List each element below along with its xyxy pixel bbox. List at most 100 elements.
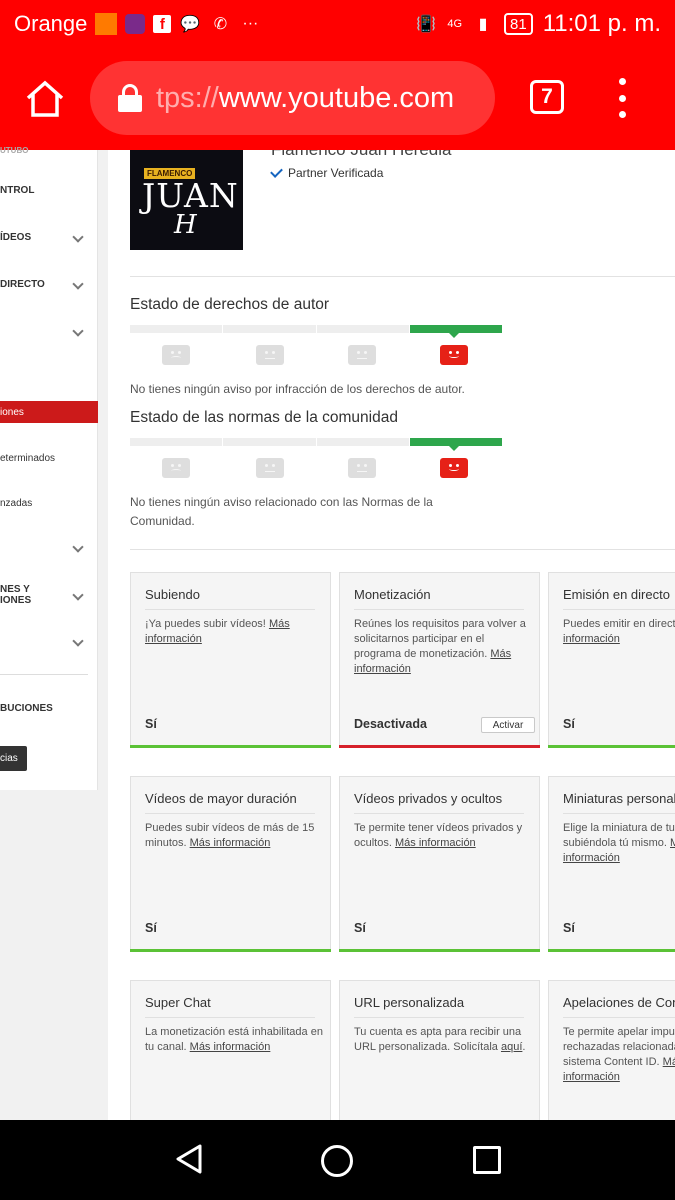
back-icon[interactable] bbox=[172, 1142, 206, 1176]
channel-name: Flamenco Juan Heredia bbox=[271, 150, 451, 160]
carrier-name: Orange bbox=[14, 11, 88, 36]
card-description: Reúnes los requisitos para volver a soli… bbox=[354, 618, 526, 675]
community-note: No tienes ningún aviso relacionado con l… bbox=[130, 495, 433, 528]
feature-card-custom-thumbnails: Miniaturas personalizadas Elige la minia… bbox=[548, 776, 675, 952]
card-title: Vídeos de mayor duración bbox=[145, 791, 315, 814]
status-bar-ok bbox=[130, 949, 331, 952]
card-description: Puedes emitir en directo. Más informació… bbox=[563, 617, 675, 647]
more-menu-icon[interactable] bbox=[612, 78, 632, 118]
chevron-down-icon[interactable] bbox=[72, 635, 84, 647]
card-description: Te permite apelar impugnaciones rechazad… bbox=[563, 1025, 675, 1085]
shield-app-icon bbox=[125, 14, 146, 34]
neutral-face-icon bbox=[348, 345, 376, 365]
card-title: Super Chat bbox=[145, 995, 315, 1018]
activate-button[interactable]: Activar bbox=[481, 717, 535, 733]
sidebar-item-directo[interactable]: DIRECTO bbox=[0, 278, 98, 290]
feature-card-monetization: Monetización Reúnes los requisitos para … bbox=[339, 572, 540, 748]
feature-card-private-videos: Vídeos privados y ocultos Te permite ten… bbox=[339, 776, 540, 952]
strike-pointer bbox=[449, 333, 459, 338]
copyright-note: No tienes ningún aviso por infracción de… bbox=[130, 382, 465, 396]
sidebar-item-control[interactable]: NTROL bbox=[0, 184, 98, 196]
chevron-down-icon[interactable] bbox=[72, 231, 84, 243]
status-bar: Orange f 💬 ✆ ··· 📳 4G ▮ 81 11:01 p. m. bbox=[0, 0, 675, 48]
more-info-link[interactable]: Más información bbox=[190, 1041, 271, 1053]
orange-app-icon bbox=[95, 13, 118, 35]
chevron-down-icon[interactable] bbox=[72, 278, 84, 290]
more-notifications-icon: ··· bbox=[242, 15, 259, 32]
feature-card-custom-url: URL personalizada Tu cuenta es apta para… bbox=[339, 980, 540, 1120]
card-title: Apelaciones de Content ID bbox=[563, 995, 675, 1018]
card-description: Elige la miniatura de tu vídeo subiéndol… bbox=[563, 821, 675, 866]
feature-card-super-chat: Super Chat La monetización está inhabili… bbox=[130, 980, 331, 1120]
sidebar-item-active[interactable]: iones bbox=[0, 401, 98, 423]
sidebar-item-traducciones[interactable]: NES Y IONES bbox=[0, 584, 98, 606]
neutral-face-icon bbox=[256, 458, 284, 478]
happy-face-icon bbox=[440, 345, 468, 365]
browser-toolbar: tps://www.youtube.com 7 bbox=[0, 48, 675, 150]
card-status: Desactivada bbox=[354, 717, 427, 731]
verified-status: Partner Verificada bbox=[270, 165, 383, 180]
card-status: Sí bbox=[145, 717, 157, 731]
chevron-down-icon[interactable] bbox=[72, 589, 84, 601]
chevron-down-icon[interactable] bbox=[72, 541, 84, 553]
card-status: Sí bbox=[563, 717, 575, 731]
community-strike-bar bbox=[130, 438, 502, 446]
status-bar-ok bbox=[339, 949, 540, 952]
neutral-face-icon bbox=[348, 458, 376, 478]
sidebar-item-videos[interactable]: ÍDEOS bbox=[0, 231, 98, 243]
more-info-link[interactable]: Más información bbox=[190, 837, 271, 849]
sidebar-item-predeterminados[interactable]: eterminados bbox=[0, 452, 98, 464]
sad-face-icon bbox=[162, 458, 190, 478]
network-type: 4G bbox=[447, 18, 463, 30]
card-description: Tu cuenta es apta para recibir una URL p… bbox=[354, 1026, 526, 1053]
sidebar-item-expand[interactable] bbox=[0, 541, 98, 553]
tab-switcher-button[interactable]: 7 bbox=[530, 80, 564, 114]
status-bar-ok bbox=[548, 745, 675, 748]
sidebar-feedback-button[interactable]: cias bbox=[0, 746, 27, 771]
messenger-icon: 💬 bbox=[180, 16, 201, 33]
main-content: FLAMENCO JUAN H Flamenco Juan Heredia Pa… bbox=[108, 150, 675, 1120]
copyright-strike-bar bbox=[130, 325, 502, 333]
signal-icon: ▮ bbox=[478, 16, 488, 33]
channel-avatar[interactable]: FLAMENCO JUAN H bbox=[130, 150, 243, 250]
strike-pointer bbox=[449, 446, 459, 451]
card-title: Miniaturas personalizadas bbox=[563, 791, 675, 814]
card-title: Emisión en directo bbox=[563, 587, 675, 610]
sidebar-item-collapsed[interactable] bbox=[0, 325, 98, 337]
card-description: Te permite tener vídeos privados y ocult… bbox=[354, 822, 523, 849]
vibrate-icon: 📳 bbox=[416, 16, 437, 33]
request-link[interactable]: aquí bbox=[501, 1041, 522, 1053]
sidebar: UTUBO NTROL ÍDEOS DIRECTO iones etermina… bbox=[0, 146, 98, 790]
sidebar-item-cut: UTUBO bbox=[0, 145, 29, 155]
home-icon[interactable] bbox=[24, 78, 66, 120]
address-bar[interactable]: tps://www.youtube.com bbox=[90, 61, 495, 135]
url-text: tps://www.youtube.com bbox=[156, 81, 455, 114]
sidebar-item-contribuciones[interactable]: BUCIONES bbox=[0, 702, 98, 714]
section-divider bbox=[130, 276, 675, 277]
card-title: Subiendo bbox=[145, 587, 315, 610]
sad-face-icon bbox=[162, 345, 190, 365]
recent-apps-icon[interactable] bbox=[473, 1146, 501, 1174]
card-status: Sí bbox=[145, 921, 157, 935]
battery-level: 81 bbox=[504, 13, 533, 35]
facebook-icon: f bbox=[153, 15, 172, 33]
happy-face-icon bbox=[440, 458, 468, 478]
feature-card-uploading: Subiendo ¡Ya puedes subir vídeos! Más in… bbox=[130, 572, 331, 748]
sidebar-item-expand-2[interactable] bbox=[0, 635, 98, 647]
lock-icon bbox=[118, 84, 142, 112]
sidebar-item-avanzadas[interactable]: nzadas bbox=[0, 497, 98, 509]
more-info-link[interactable]: Más información bbox=[395, 837, 476, 849]
missed-call-icon: ✆ bbox=[213, 16, 228, 33]
sidebar-divider bbox=[0, 674, 88, 675]
check-icon bbox=[270, 165, 283, 178]
card-title: URL personalizada bbox=[354, 995, 524, 1018]
card-title: Monetización bbox=[354, 587, 524, 610]
neutral-face-icon bbox=[256, 345, 284, 365]
feature-card-live: Emisión en directo Puedes emitir en dire… bbox=[548, 572, 675, 748]
chevron-down-icon[interactable] bbox=[72, 325, 84, 337]
card-description: ¡Ya puedes subir vídeos! Más información bbox=[145, 618, 290, 645]
card-description: Puedes subir vídeos de más de 15 minutos… bbox=[145, 822, 315, 849]
android-nav-bar bbox=[0, 1120, 675, 1200]
status-bar-bad bbox=[339, 745, 540, 748]
home-nav-icon[interactable] bbox=[321, 1145, 353, 1177]
